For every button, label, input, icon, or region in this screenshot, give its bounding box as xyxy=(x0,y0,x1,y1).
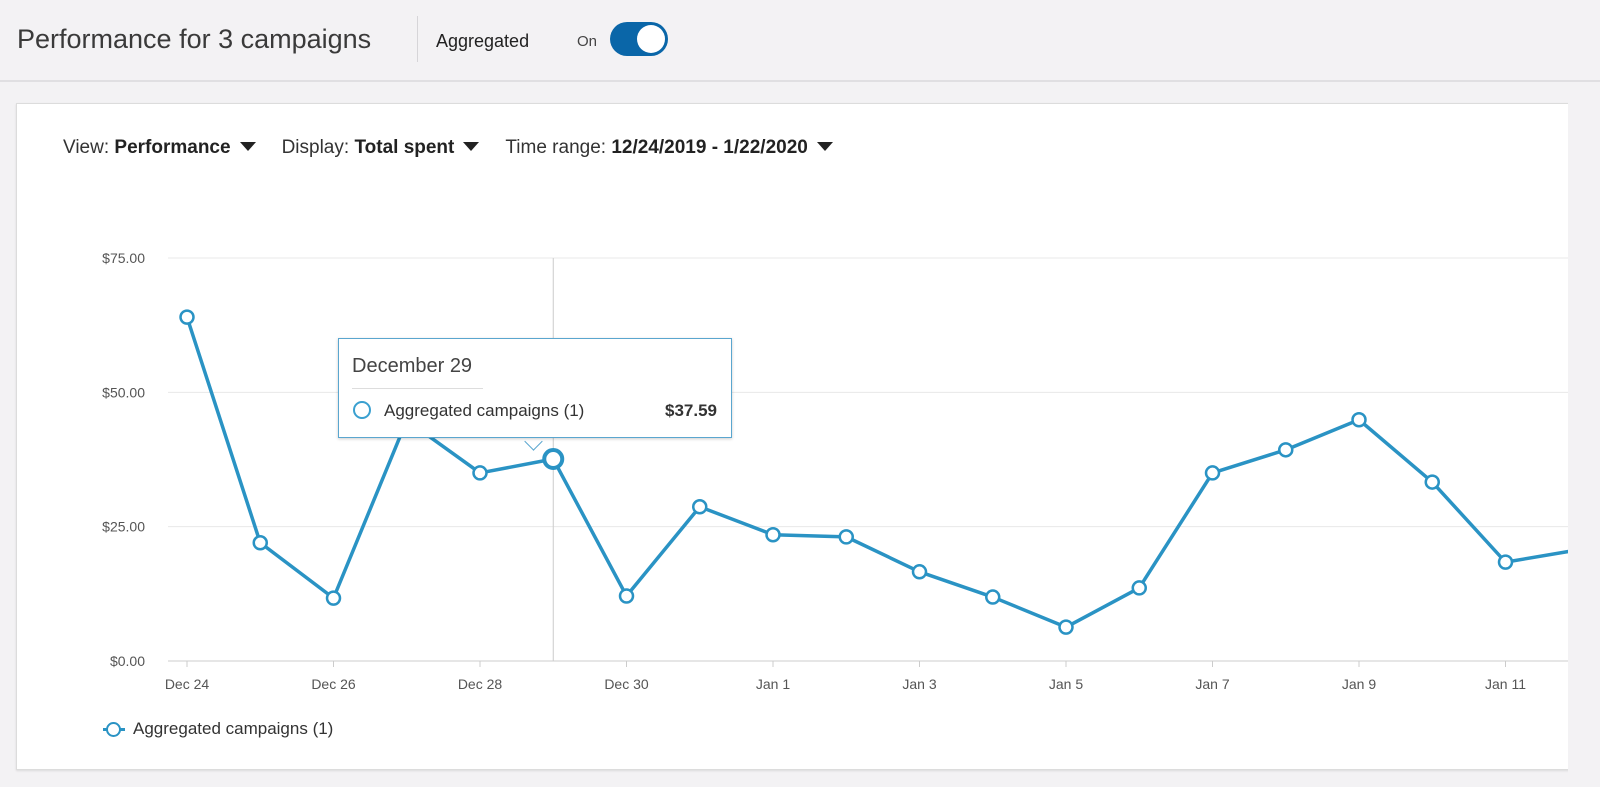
y-tick-label: $50.00 xyxy=(102,384,145,400)
series-marker-icon xyxy=(103,722,125,737)
series-marker-icon xyxy=(353,401,371,419)
legend-label: Aggregated campaigns (1) xyxy=(133,719,334,738)
data-point xyxy=(985,589,1001,605)
line-chart[interactable]: $0.00 $25.00 $50.00 $75.00 Dec 24 Dec 26 Dec 2… xyxy=(0,0,1600,787)
data-point xyxy=(252,535,268,551)
chart-tooltip: December 29 Aggregated campaigns (1) $37… xyxy=(338,338,732,438)
data-point xyxy=(765,526,781,543)
data-point xyxy=(838,529,854,545)
data-point xyxy=(1131,580,1147,596)
x-tick-label: Jan 7 xyxy=(1195,676,1229,692)
data-point xyxy=(1424,474,1440,490)
data-point xyxy=(618,588,635,604)
x-tick-label: Dec 24 xyxy=(165,676,210,692)
data-point xyxy=(911,564,928,580)
x-tick-label: Dec 26 xyxy=(311,676,356,692)
y-tick-label: $75.00 xyxy=(102,250,145,266)
x-tick-label: Jan 9 xyxy=(1342,676,1376,692)
data-point xyxy=(692,499,708,515)
tooltip-series: Aggregated campaigns (1) xyxy=(384,401,585,420)
x-tick-label: Jan 5 xyxy=(1049,676,1083,692)
tooltip-date: December 29 xyxy=(352,355,483,389)
data-point xyxy=(1058,619,1074,635)
y-tick-label: $0.00 xyxy=(110,653,145,669)
tooltip-value: $37.59 xyxy=(665,401,717,420)
y-tick-label: $25.00 xyxy=(102,519,145,535)
data-point xyxy=(1278,442,1294,458)
x-tick-label: Dec 30 xyxy=(604,676,649,692)
x-tick-label: Jan 3 xyxy=(902,676,936,692)
data-point xyxy=(1497,554,1514,570)
chart-legend[interactable]: Aggregated campaigns (1) xyxy=(103,719,333,739)
data-point xyxy=(325,590,342,606)
data-point xyxy=(542,448,565,471)
card-edge-mask xyxy=(1568,100,1600,787)
data-point xyxy=(472,465,488,481)
data-point xyxy=(1204,465,1221,481)
x-tick-label: Jan 1 xyxy=(756,676,790,692)
data-point xyxy=(1351,411,1367,428)
x-tick-label: Jan 11 xyxy=(1485,676,1526,692)
x-tick-label: Dec 28 xyxy=(458,676,503,692)
data-point xyxy=(179,309,195,325)
